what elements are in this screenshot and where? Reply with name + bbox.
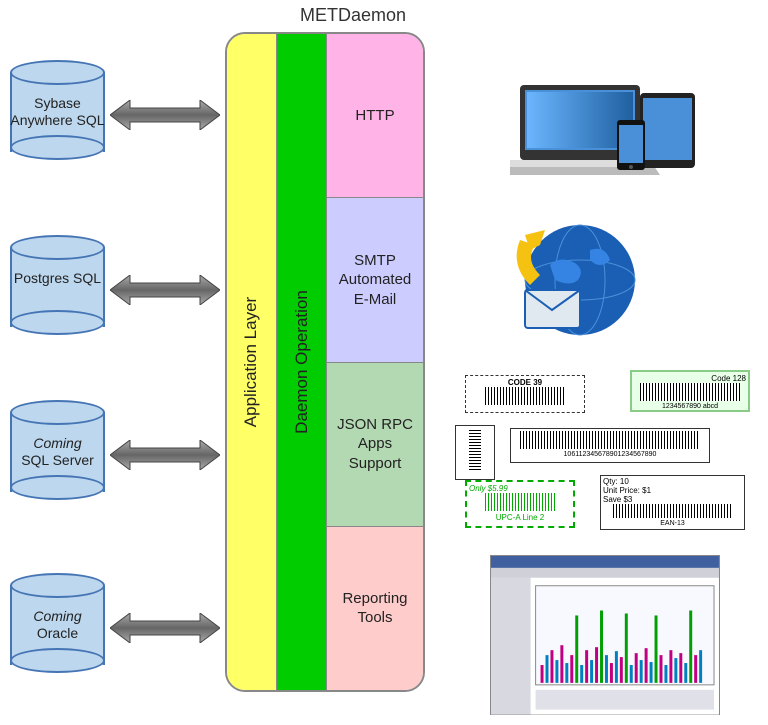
arrow-icon — [110, 100, 220, 130]
db-postgres: Postgres SQL — [10, 235, 105, 335]
db-label: ComingOracle — [10, 608, 105, 642]
db-sqlserver: ComingSQL Server — [10, 400, 105, 500]
barcode-label: Only $5.99 — [469, 484, 571, 493]
db-label: ComingSQL Server — [10, 435, 105, 469]
main-architecture-box: Application Layer Daemon Operation HTTP … — [225, 32, 425, 692]
arrow-icon — [110, 275, 220, 305]
layer-label: Daemon Operation — [292, 290, 312, 434]
barcodes-image: CODE 39 Code 128 1234567890 abcd 1061123… — [455, 370, 755, 530]
db-label: Postgres SQL — [10, 270, 105, 287]
db-label: Sybase Anywhere SQL — [10, 95, 105, 129]
module-smtp: SMTP Automated E-Mail — [327, 198, 423, 362]
module-json: JSON RPC Apps Support — [327, 363, 423, 527]
arrow-icon — [110, 613, 220, 643]
db-oracle: ComingOracle — [10, 573, 105, 673]
barcode-label: Qty: 10 — [603, 477, 629, 486]
barcode-label: 1234567890 abcd — [634, 403, 746, 410]
db-sybase: Sybase Anywhere SQL — [10, 60, 105, 160]
module-http: HTTP — [327, 34, 423, 198]
barcode-label: EAN-13 — [603, 520, 742, 527]
arrow-icon — [110, 440, 220, 470]
application-layer: Application Layer — [227, 34, 277, 690]
module-reporting: Reporting Tools — [327, 527, 423, 690]
barcode-label: Save $3 — [603, 495, 632, 504]
layer-label: Application Layer — [242, 297, 262, 427]
diagram-title: METDaemon — [300, 5, 406, 26]
reporting-screenshot — [490, 555, 720, 715]
barcode-label: Code 128 — [634, 374, 746, 383]
daemon-operation-layer: Daemon Operation — [277, 34, 327, 690]
email-globe-image — [500, 215, 650, 345]
barcode-label: Unit Price: $1 — [603, 486, 651, 495]
devices-image — [510, 75, 710, 185]
barcode-label: UPC-A Line 2 — [469, 513, 571, 522]
modules-column: HTTP SMTP Automated E-Mail JSON RPC Apps… — [327, 34, 423, 690]
barcode-label: CODE 39 — [468, 378, 582, 387]
